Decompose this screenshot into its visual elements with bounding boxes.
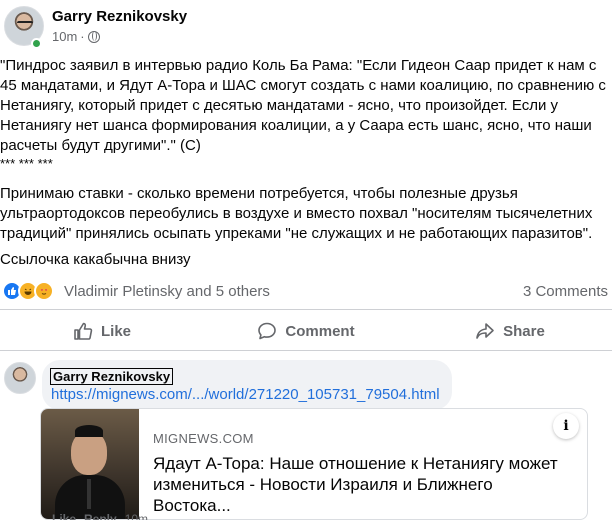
like-label: Like	[100, 322, 131, 340]
share-icon	[475, 322, 495, 340]
post-time[interactable]: 10m	[52, 29, 77, 44]
divider	[0, 350, 612, 351]
comment-time[interactable]: 10m	[125, 512, 148, 520]
comment-label: Comment	[285, 322, 355, 340]
love-reaction-icon	[34, 281, 54, 301]
thumbnail-kippah	[75, 425, 103, 437]
link-domain: MIGNEWS.COM	[153, 431, 254, 446]
post-paragraph-1: "Пиндрос заявил в интервью радио Коль Ба…	[0, 57, 606, 154]
share-label: Share	[503, 322, 545, 340]
post-paragraph-2: Принимаю ставки - сколько времени потреб…	[0, 185, 593, 242]
reactors-text[interactable]: Vladimir Pletinsky and 5 others	[64, 283, 270, 300]
post-author-name[interactable]: Garry Reznikovsky	[52, 8, 187, 25]
comment-reply-button[interactable]: Reply	[84, 512, 117, 520]
online-status-dot	[31, 38, 42, 49]
comment-bubble: Garry Reznikovsky https://mignews.com/..…	[42, 360, 452, 410]
link-thumbnail	[41, 409, 139, 519]
thumbnail-face	[71, 431, 107, 475]
divider	[0, 309, 612, 310]
link-title[interactable]: Ядаут А-Тора: Наше отношение к Нетаниягу…	[153, 453, 573, 516]
comment-link[interactable]: https://mignews.com/.../world/271220_105…	[51, 386, 440, 403]
comment-actions: Like Reply 10m	[52, 512, 148, 520]
avatar-glasses	[17, 21, 33, 25]
post-actions: Like Comment Share	[0, 314, 612, 348]
comment-author-avatar[interactable]	[4, 362, 36, 394]
reaction-icons[interactable]	[2, 281, 54, 301]
thumbnail-microphone	[87, 479, 91, 509]
post-separator: *** *** ***	[0, 156, 53, 171]
link-preview-card[interactable]: MIGNEWS.COM Ядаут А-Тора: Наше отношение…	[40, 408, 588, 520]
comment-like-button[interactable]: Like	[52, 512, 76, 520]
post-paragraph-3: Ссылочка какабычна внизу	[0, 251, 191, 268]
post-meta: 10m ·	[52, 29, 100, 44]
comments-count[interactable]: 3 Comments	[523, 283, 608, 300]
info-icon[interactable]: i	[553, 413, 579, 439]
comment-author-name[interactable]: Garry Reznikovsky	[50, 368, 174, 385]
like-button[interactable]: Like	[0, 314, 204, 348]
comment-button[interactable]: Comment	[204, 314, 408, 348]
comment-icon	[257, 322, 277, 340]
post-header: Garry Reznikovsky 10m ·	[0, 0, 616, 56]
globe-icon[interactable]	[87, 30, 100, 43]
share-button[interactable]: Share	[408, 314, 612, 348]
reactions-row: Vladimir Pletinsky and 5 others 3 Commen…	[0, 280, 616, 302]
thumbs-up-icon	[73, 322, 93, 340]
